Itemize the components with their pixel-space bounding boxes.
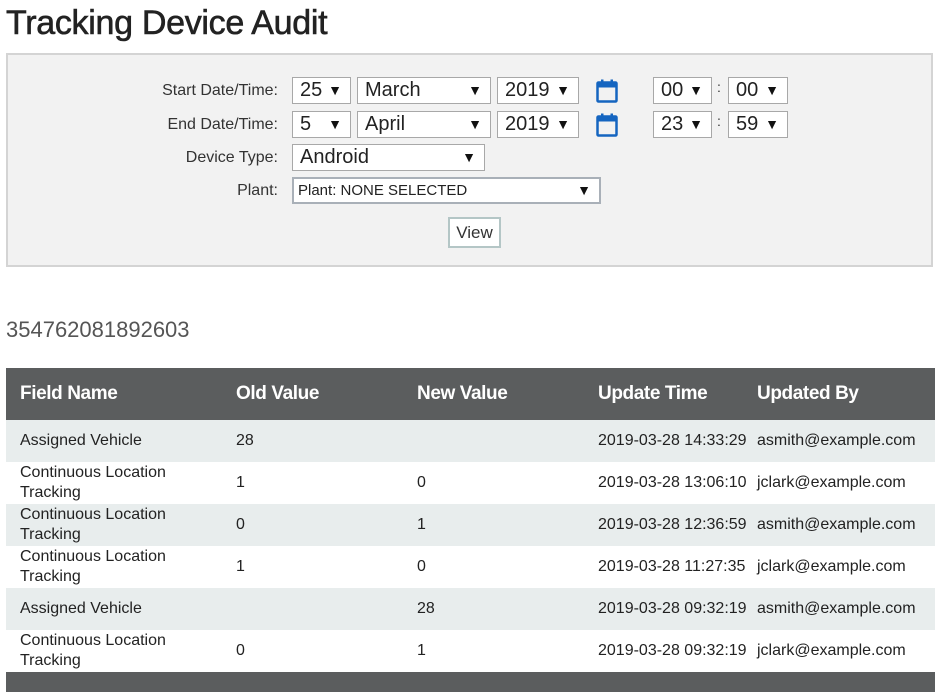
chevron-down-icon: ▼: [556, 116, 570, 132]
cell-new-value: 1: [409, 504, 590, 546]
cell-field-name: Continuous Location Tracking: [6, 546, 228, 588]
start-datetime-label: Start Date/Time:: [162, 82, 278, 99]
table-footer-bar: [6, 672, 935, 692]
cell-updated-by: asmith@example.com: [749, 588, 935, 630]
column-header-old-value[interactable]: Old Value: [228, 368, 409, 420]
plant-select[interactable]: Plant: NONE SELECTED ▼: [292, 177, 601, 204]
chevron-down-icon: ▼: [328, 116, 342, 132]
end-day-select[interactable]: 5 ▼: [292, 111, 351, 138]
cell-old-value: [228, 588, 409, 630]
end-datetime-label: End Date/Time:: [167, 116, 278, 133]
start-day-select[interactable]: 25 ▼: [292, 77, 351, 104]
chevron-down-icon: ▼: [556, 82, 570, 98]
cell-update-time: 2019-03-28 14:33:29: [590, 420, 749, 462]
end-month-select[interactable]: April ▼: [357, 111, 491, 138]
cell-updated-by: jclark@example.com: [749, 630, 935, 672]
chevron-down-icon: ▼: [577, 182, 591, 198]
start-minute-select[interactable]: 00 ▼: [728, 77, 788, 104]
column-header-field-name[interactable]: Field Name: [6, 368, 228, 420]
table-row: Continuous Location Tracking 1 0 2019-03…: [6, 462, 935, 504]
start-month-select[interactable]: March ▼: [357, 77, 491, 104]
device-type-label: Device Type:: [185, 149, 278, 166]
device-id-heading: 354762081892603: [6, 317, 190, 342]
end-hour-select[interactable]: 23 ▼: [653, 111, 712, 138]
end-minute-select[interactable]: 59 ▼: [728, 111, 788, 138]
cell-field-name: Continuous Location Tracking: [6, 504, 228, 546]
table-row: Assigned Vehicle 28 2019-03-28 09:32:19 …: [6, 588, 935, 630]
calendar-icon[interactable]: [596, 79, 618, 103]
chevron-down-icon: ▼: [468, 82, 482, 98]
cell-new-value: 0: [409, 546, 590, 588]
cell-old-value: 0: [228, 504, 409, 546]
start-year-select[interactable]: 2019 ▼: [497, 77, 579, 104]
page-title: Tracking Device Audit: [6, 4, 328, 43]
time-separator: :: [717, 113, 721, 129]
cell-old-value: 28: [228, 420, 409, 462]
chevron-down-icon: ▼: [328, 82, 342, 98]
cell-old-value: 0: [228, 630, 409, 672]
cell-old-value: 1: [228, 546, 409, 588]
cell-updated-by: jclark@example.com: [749, 462, 935, 504]
time-separator: :: [717, 79, 721, 95]
device-type-select[interactable]: Android ▼: [292, 144, 485, 171]
cell-updated-by: asmith@example.com: [749, 504, 935, 546]
chevron-down-icon: ▼: [462, 149, 476, 165]
filter-panel: Start Date/Time: 25 ▼ March ▼ 2019 ▼ 00 ▼ : …: [6, 53, 933, 267]
chevron-down-icon: ▼: [689, 116, 703, 132]
cell-update-time: 2019-03-28 12:36:59: [590, 504, 749, 546]
cell-update-time: 2019-03-28 11:27:35: [590, 546, 749, 588]
cell-new-value: 1: [409, 630, 590, 672]
cell-field-name: Continuous Location Tracking: [6, 630, 228, 672]
plant-label: Plant:: [237, 182, 278, 199]
calendar-icon[interactable]: [596, 113, 618, 137]
start-hour-select[interactable]: 00 ▼: [653, 77, 712, 104]
chevron-down-icon: ▼: [468, 116, 482, 132]
cell-new-value: 28: [409, 588, 590, 630]
cell-field-name: Assigned Vehicle: [6, 588, 228, 630]
table-row: Continuous Location Tracking 1 0 2019-03…: [6, 546, 935, 588]
cell-update-time: 2019-03-28 13:06:10: [590, 462, 749, 504]
column-header-update-time[interactable]: Update Time: [590, 368, 749, 420]
cell-updated-by: jclark@example.com: [749, 546, 935, 588]
chevron-down-icon: ▼: [765, 82, 779, 98]
column-header-new-value[interactable]: New Value: [409, 368, 590, 420]
view-button[interactable]: View: [448, 217, 501, 248]
cell-update-time: 2019-03-28 09:32:19: [590, 588, 749, 630]
cell-old-value: 1: [228, 462, 409, 504]
table-header-row: Field Name Old Value New Value Update Ti…: [6, 368, 935, 420]
cell-field-name: Continuous Location Tracking: [6, 462, 228, 504]
table-row: Continuous Location Tracking 0 1 2019-03…: [6, 504, 935, 546]
cell-field-name: Assigned Vehicle: [6, 420, 228, 462]
audit-table: Field Name Old Value New Value Update Ti…: [6, 368, 935, 672]
cell-update-time: 2019-03-28 09:32:19: [590, 630, 749, 672]
cell-new-value: 0: [409, 462, 590, 504]
column-header-updated-by[interactable]: Updated By: [749, 368, 935, 420]
table-row: Continuous Location Tracking 0 1 2019-03…: [6, 630, 935, 672]
chevron-down-icon: ▼: [765, 116, 779, 132]
end-year-select[interactable]: 2019 ▼: [497, 111, 579, 138]
chevron-down-icon: ▼: [689, 82, 703, 98]
cell-new-value: [409, 420, 590, 462]
cell-updated-by: asmith@example.com: [749, 420, 935, 462]
table-row: Assigned Vehicle 28 2019-03-28 14:33:29 …: [6, 420, 935, 462]
